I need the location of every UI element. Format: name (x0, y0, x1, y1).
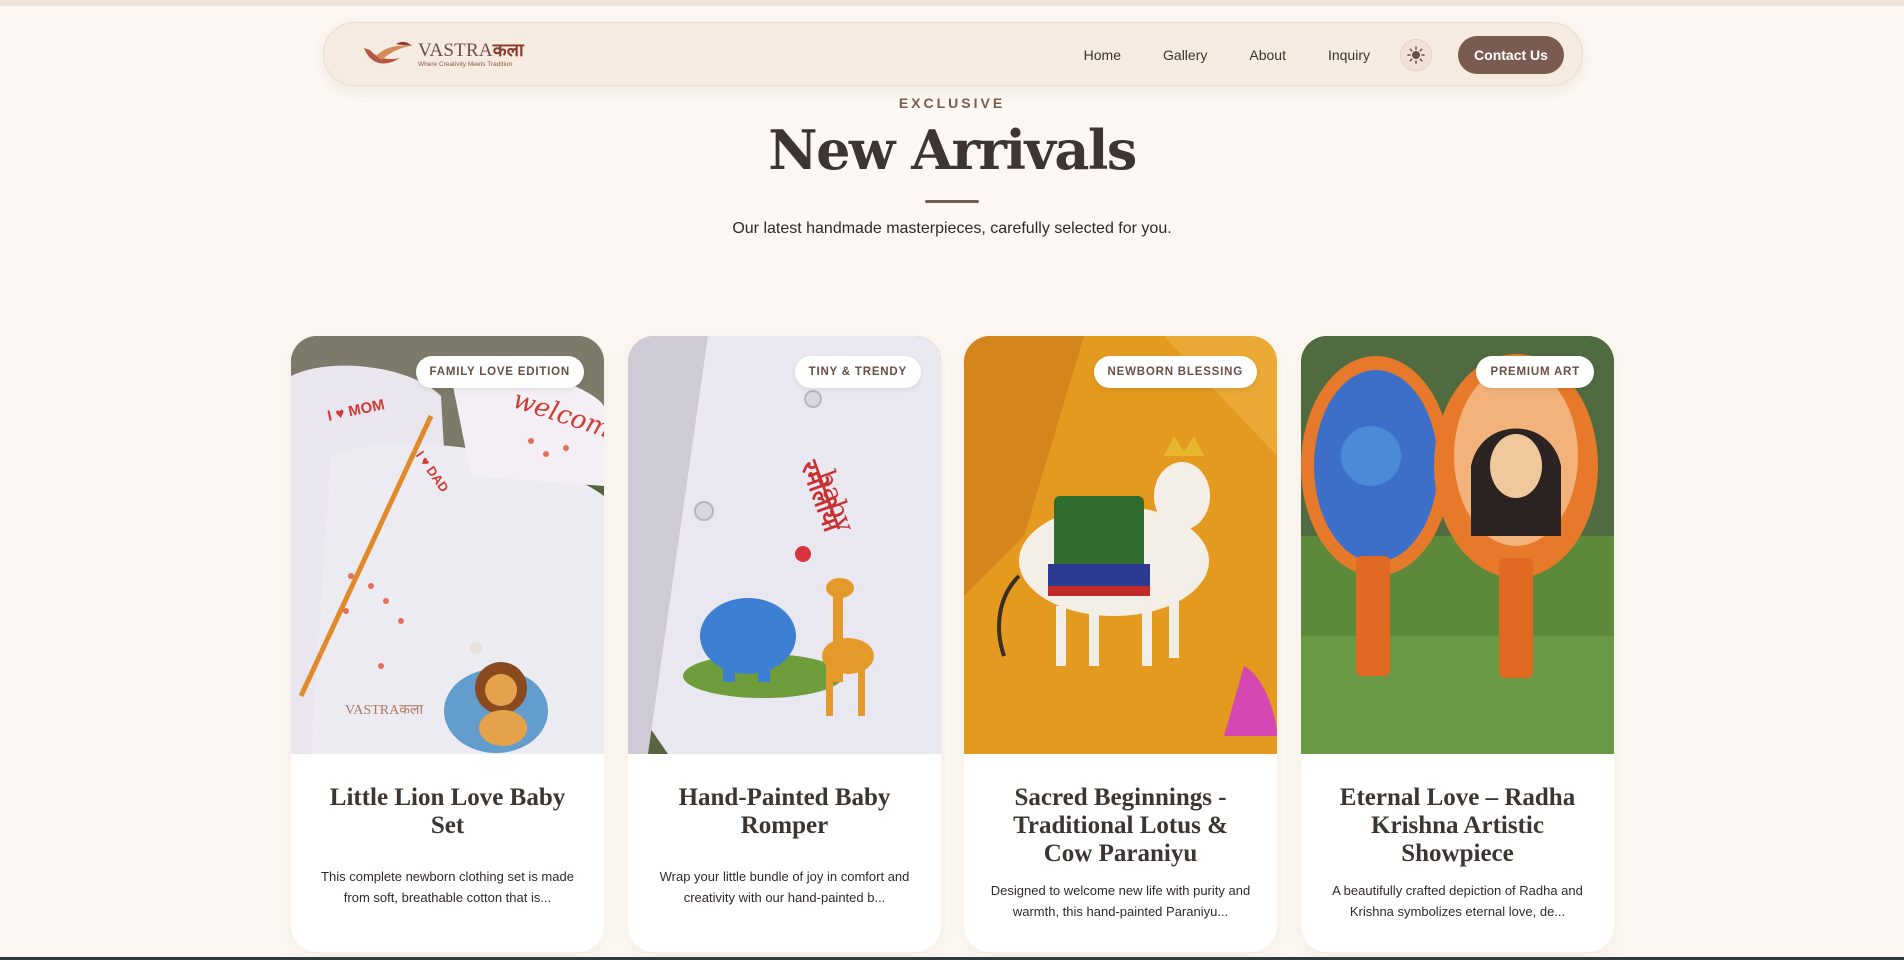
product-badge: PREMIUM ART (1476, 356, 1594, 388)
product-card[interactable]: I ♥ MOM I ♥ DAD welcome VASTRAकला FAMILY… (291, 336, 604, 952)
nav-about[interactable]: About (1249, 47, 1286, 63)
product-title[interactable]: Little Lion Love Baby Set (315, 784, 580, 840)
product-badge: FAMILY LOVE EDITION (415, 356, 584, 388)
section-subtitle: Our latest handmade masterpieces, carefu… (732, 220, 1172, 237)
section-eyebrow: EXCLUSIVE (898, 95, 1006, 111)
baby-romper-photo (628, 336, 941, 754)
title-divider (925, 200, 979, 203)
navbar: VASTRAकला Where Creativity Meets Traditi… (323, 22, 1583, 86)
sun-icon (1407, 46, 1425, 64)
product-badge: TINY & TRENDY (794, 356, 921, 388)
product-description: This complete newborn clothing set is ma… (321, 869, 574, 905)
product-title[interactable]: Sacred Beginnings - Traditional Lotus & … (988, 784, 1253, 868)
brand-name: VASTRAकला (418, 40, 524, 62)
nav-links: Home Gallery About Inquiry (1084, 23, 1370, 87)
nav-gallery[interactable]: Gallery (1163, 47, 1207, 63)
nav-inquiry[interactable]: Inquiry (1328, 47, 1370, 63)
product-description: Designed to welcome new life with purity… (990, 883, 1251, 919)
product-title[interactable]: Eternal Love – Radha Krishna Artistic Sh… (1325, 784, 1590, 868)
product-badge: NEWBORN BLESSING (1093, 356, 1257, 388)
contact-us-button[interactable]: Contact Us (1458, 36, 1564, 74)
product-image[interactable]: baby रमोलीया TINY & TRENDY (628, 336, 941, 754)
brand-logo[interactable]: VASTRAकला Where Creativity Meets Traditi… (360, 37, 530, 73)
radha-krishna-photo (1301, 336, 1614, 754)
product-card[interactable]: baby रमोलीया TINY & TRENDY Hand-Painted … (628, 336, 941, 952)
product-card[interactable]: PREMIUM ART Eternal Love – Radha Krishna… (1301, 336, 1614, 952)
product-image[interactable]: PREMIUM ART (1301, 336, 1614, 754)
top-strip (0, 0, 1904, 6)
section-title: New Arrivals (768, 118, 1137, 182)
product-card[interactable]: NEWBORN BLESSING Sacred Beginnings - Tra… (964, 336, 1277, 952)
product-description: A beautifully crafted depiction of Radha… (1332, 883, 1583, 919)
product-image[interactable]: NEWBORN BLESSING (964, 336, 1277, 754)
paraniyu-photo (964, 336, 1277, 754)
product-image[interactable]: I ♥ MOM I ♥ DAD welcome VASTRAकला FAMILY… (291, 336, 604, 754)
swoosh-logo-icon (364, 41, 412, 64)
nav-home[interactable]: Home (1084, 47, 1121, 63)
brand-tagline: Where Creativity Meets Tradition (418, 61, 513, 69)
theme-toggle-button[interactable] (1400, 39, 1432, 71)
watermark: VASTRAकला (345, 703, 424, 718)
product-title[interactable]: Hand-Painted Baby Romper (652, 784, 917, 840)
product-description: Wrap your little bundle of joy in comfor… (659, 869, 910, 905)
